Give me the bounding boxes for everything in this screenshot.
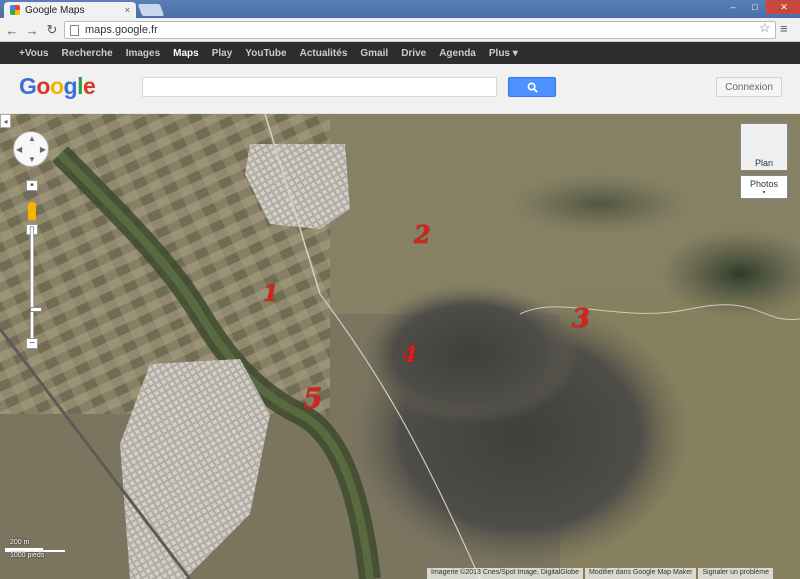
gbar-item-gmail[interactable]: Gmail (360, 48, 388, 59)
gbar-item-youtube[interactable]: YouTube (245, 48, 286, 59)
search-input[interactable] (142, 77, 497, 97)
forward-arrow-icon[interactable]: → (24, 22, 40, 38)
scale-metric: 200 m (10, 539, 30, 546)
pan-up-icon[interactable]: ▲ (28, 134, 36, 143)
map-marker-2: 2 (414, 220, 431, 249)
photos-button[interactable]: Photos ▾ (740, 175, 788, 199)
pan-left-icon[interactable]: ◀ (16, 145, 22, 154)
gbar-item-plus[interactable]: Plus ▾ (489, 48, 518, 59)
gbar-item-maps[interactable]: Maps (173, 48, 199, 59)
pan-right-icon[interactable]: ▶ (40, 145, 46, 154)
satellite-map[interactable]: ◂ ▲ ▼ ◀ ▶ • + − Plan Photos ▾ 1 2 3 4 5 … (0, 114, 800, 579)
zoom-control: • + − (26, 180, 42, 350)
recenter-button[interactable]: • (26, 180, 38, 191)
map-attribution: Imagerie ©2013 Cnes/Spot Image, DigitalG… (425, 568, 774, 579)
pan-control[interactable]: ▲ ▼ ◀ ▶ (13, 131, 49, 167)
maps-header: Google Connexion (0, 64, 800, 114)
map-marker-3: 3 (572, 304, 591, 334)
zoom-slider-thumb[interactable] (30, 307, 42, 312)
address-url: maps.google.fr (85, 24, 158, 36)
window-titlebar: Google Maps × – □ ✕ (0, 0, 800, 18)
photos-dropdown-icon: ▾ (762, 190, 766, 196)
sidebar-toggle-button[interactable]: ◂ (0, 114, 11, 128)
close-window-button[interactable]: ✕ (766, 0, 800, 14)
map-marker-1: 1 (263, 281, 279, 307)
search-button[interactable] (508, 77, 556, 97)
zoom-out-button[interactable]: − (26, 338, 38, 349)
map-maker-link[interactable]: Modifier dans Google Map Maker (584, 568, 697, 579)
report-problem-link[interactable]: Signaler un problème (698, 568, 774, 579)
gbar-item-actualit-s[interactable]: Actualités (300, 48, 348, 59)
zoom-slider-track[interactable] (30, 226, 42, 340)
google-logo[interactable]: Google (19, 73, 96, 100)
page-icon (70, 25, 79, 36)
gbar-item-play[interactable]: Play (212, 48, 233, 59)
address-bar[interactable]: maps.google.fr (64, 21, 776, 39)
pegman-icon[interactable] (28, 202, 36, 220)
magnifier-icon (527, 82, 538, 93)
satellite-imagery[interactable] (0, 114, 800, 579)
new-tab-button[interactable] (137, 4, 165, 16)
map-marker-4: 4 (402, 342, 418, 368)
scale-bar: 200 m 1000 pieds (5, 539, 65, 563)
back-arrow-icon[interactable]: ← (4, 22, 20, 38)
map-type-plan-button[interactable]: Plan (740, 123, 788, 171)
tab-title: Google Maps (25, 4, 85, 16)
scale-imperial: 1000 pieds (10, 552, 45, 559)
tab-close-icon[interactable]: × (125, 5, 130, 15)
pan-down-icon[interactable]: ▼ (28, 155, 36, 164)
minimize-button[interactable]: – (722, 0, 744, 14)
reload-icon[interactable]: ↻ (44, 22, 60, 38)
maximize-button[interactable]: □ (744, 0, 766, 14)
browser-toolbar: ← → ↻ maps.google.fr (0, 18, 800, 42)
wrench-menu-icon[interactable]: ≡ (780, 21, 788, 36)
window-controls: – □ ✕ (722, 0, 800, 14)
signin-button[interactable]: Connexion (716, 77, 782, 97)
map-marker-5: 5 (303, 382, 323, 415)
gbar-item-vous[interactable]: +Vous (19, 48, 49, 59)
gbar-item-recherche[interactable]: Recherche (62, 48, 113, 59)
photos-label: Photos (749, 179, 779, 189)
google-bar: +Vous Recherche Images Maps Play YouTube Actua… (0, 42, 800, 64)
bookmark-star-icon[interactable]: ☆ (759, 20, 771, 36)
gbar-item-drive[interactable]: Drive (401, 48, 426, 59)
browser-tab[interactable]: Google Maps × (4, 2, 136, 18)
map-type-label: Plan (754, 158, 773, 168)
gbar-item-agenda[interactable]: Agenda (439, 48, 476, 59)
google-maps-favicon-icon (10, 5, 20, 15)
imagery-credit: Imagerie ©2013 Cnes/Spot Image, DigitalG… (427, 568, 583, 579)
gbar-item-images[interactable]: Images (126, 48, 160, 59)
